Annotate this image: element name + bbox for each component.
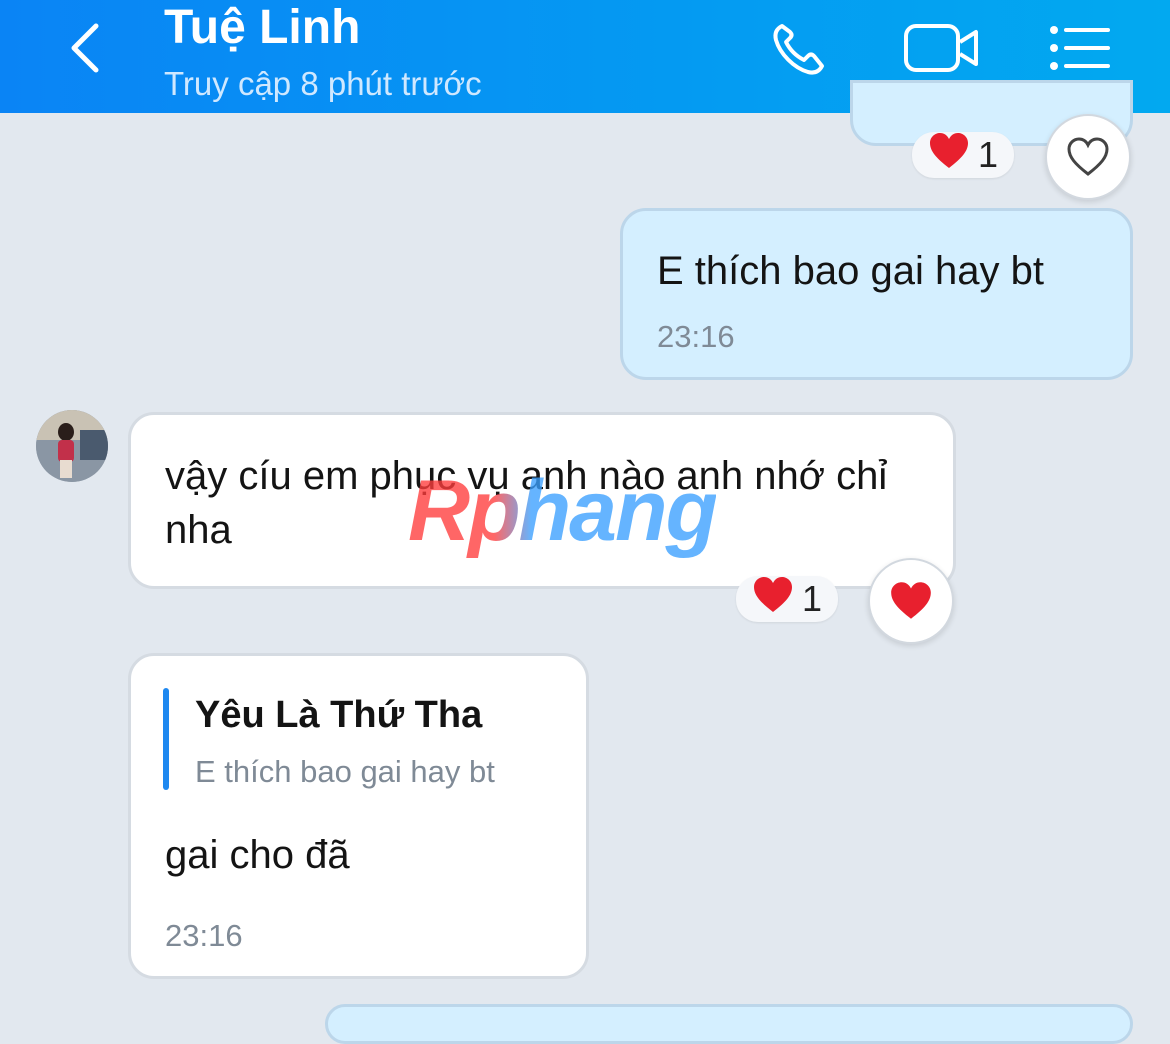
quote-author: Yêu Là Thứ Tha (195, 694, 483, 736)
message-time: 23:16 (657, 319, 735, 354)
message-text: E thích bao gai hay bt (657, 249, 1044, 293)
watermark-logo: Rphang (408, 463, 718, 559)
message-text: gai cho đã (165, 833, 350, 877)
heart-filled-icon (752, 576, 794, 623)
heart-filled-icon (928, 132, 970, 179)
reaction-count: 1 (802, 578, 823, 619)
quote-text: E thích bao gai hay bt (195, 754, 495, 789)
reaction-badge[interactable]: 1 (912, 132, 1014, 178)
back-arrow-icon[interactable] (58, 18, 118, 78)
contact-name[interactable]: Tuệ Linh (164, 0, 360, 56)
quote-bar (163, 688, 169, 790)
reaction-count: 1 (978, 134, 999, 175)
message-time: 23:16 (165, 918, 243, 953)
message-bubble-sent[interactable]: E thích bao gai hay bt 23:16 (620, 208, 1133, 380)
menu-list-icon[interactable] (1046, 18, 1112, 78)
contact-status: Truy cập 8 phút trước (164, 65, 482, 102)
video-camera-icon[interactable] (902, 18, 982, 78)
avatar[interactable] (36, 410, 108, 482)
phone-icon[interactable] (768, 18, 834, 78)
message-bubble-received-reply[interactable]: Yêu Là Thứ Tha E thích bao gai hay bt ga… (128, 653, 589, 979)
reaction-badge[interactable]: 1 (736, 576, 838, 622)
heart-outline-icon[interactable] (1045, 114, 1131, 200)
message-bubble-partial[interactable] (325, 1004, 1133, 1044)
heart-filled-icon[interactable] (868, 558, 954, 644)
